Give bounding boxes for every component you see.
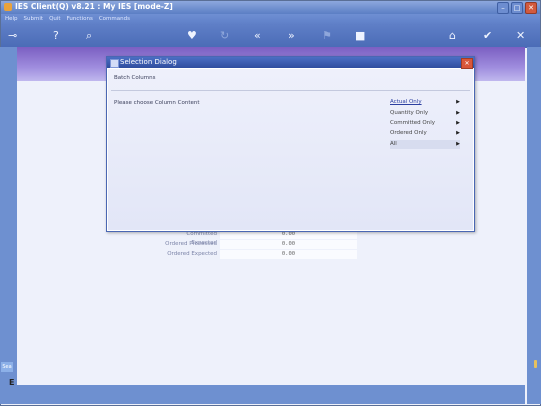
right-marker-icon [534,360,537,368]
forward-icon[interactable]: » [288,29,295,43]
option-actual-only[interactable]: Actual Only ▶ [390,98,460,107]
sidebar-tab-search[interactable]: Sea [1,362,13,372]
chevron-right-icon: ▶ [456,120,460,126]
selection-dialog: Selection Dialog ✕ Batch Columns Please … [106,56,475,232]
chevron-right-icon: ▶ [456,110,460,116]
menu-functions[interactable]: Functions [67,14,93,24]
right-sidebar [527,47,541,404]
option-label: Committed Only [390,120,435,126]
menu-submit[interactable]: Submit [24,14,44,24]
form-row-value[interactable]: 0.00 [220,250,357,259]
menu-help[interactable]: Help [5,14,18,24]
form-row-value[interactable]: 0.00 [220,240,357,249]
dialog-title: Selection Dialog [120,58,177,66]
form-row-label: Ordered Processed [165,241,217,247]
help-icon[interactable]: ? [53,29,59,43]
option-all[interactable]: All ▶ [390,140,460,149]
toolbar: ⊸ ? ⌕ ♥ ↻ « » ⚑ ■ ⌂ ✔ ✕ [1,24,540,48]
minimize-button[interactable]: – [497,2,509,14]
dialog-divider [111,90,470,91]
sidebar-letter: E [9,378,15,387]
left-sidebar [0,47,17,404]
form-row-label: Ordered Expected [167,251,217,257]
flag-icon[interactable]: ⚑ [322,29,332,43]
option-quantity-only[interactable]: Quantity Only ▶ [390,109,460,118]
title-bar: IES Client(Q) v8.21 : My IES [mode-Z] – … [1,1,540,14]
dialog-body: Batch Columns Please choose Column Conte… [108,69,473,230]
menu-quit[interactable]: Quit [49,14,61,24]
window-title: IES Client(Q) v8.21 : My IES [mode-Z] [15,2,173,11]
check-icon[interactable]: ✔ [483,29,492,43]
stop-icon[interactable]: ■ [355,29,365,43]
chevron-right-icon: ▶ [456,99,460,105]
dialog-heading: Batch Columns [114,75,156,81]
refresh-icon[interactable]: ↻ [220,29,229,43]
bottom-bar [17,385,525,404]
option-label: All [390,141,397,147]
heart-icon[interactable]: ♥ [187,29,197,43]
dialog-close-button[interactable]: ✕ [461,58,473,69]
form-row: Ordered Processed 0.00 [161,240,357,249]
home-icon[interactable]: ⌂ [449,29,456,43]
option-committed-only[interactable]: Committed Only ▶ [390,119,460,128]
option-label: Actual Only [390,99,422,105]
search-icon[interactable]: ⌕ [86,29,92,43]
chevron-right-icon: ▶ [456,141,460,147]
close-icon[interactable]: ✕ [516,29,525,43]
maximize-button[interactable]: □ [511,2,523,14]
menu-commands[interactable]: Commands [99,14,130,24]
close-window-button[interactable]: ✕ [525,2,537,14]
form-row: Ordered Expected 0.00 [161,250,357,259]
dialog-window-icon [110,59,119,68]
rewind-icon[interactable]: « [254,29,261,43]
option-ordered-only[interactable]: Ordered Only ▶ [390,129,460,138]
app-logo-icon [4,3,12,11]
option-label: Quantity Only [390,110,429,116]
dialog-prompt: Please choose Column Content [114,100,200,106]
dialog-title-bar: Selection Dialog ✕ [107,57,474,69]
chevron-right-icon: ▶ [456,130,460,136]
menu-bar: Help Submit Quit Functions Commands [1,14,540,24]
option-label: Ordered Only [390,130,427,136]
key-icon[interactable]: ⊸ [8,29,17,43]
